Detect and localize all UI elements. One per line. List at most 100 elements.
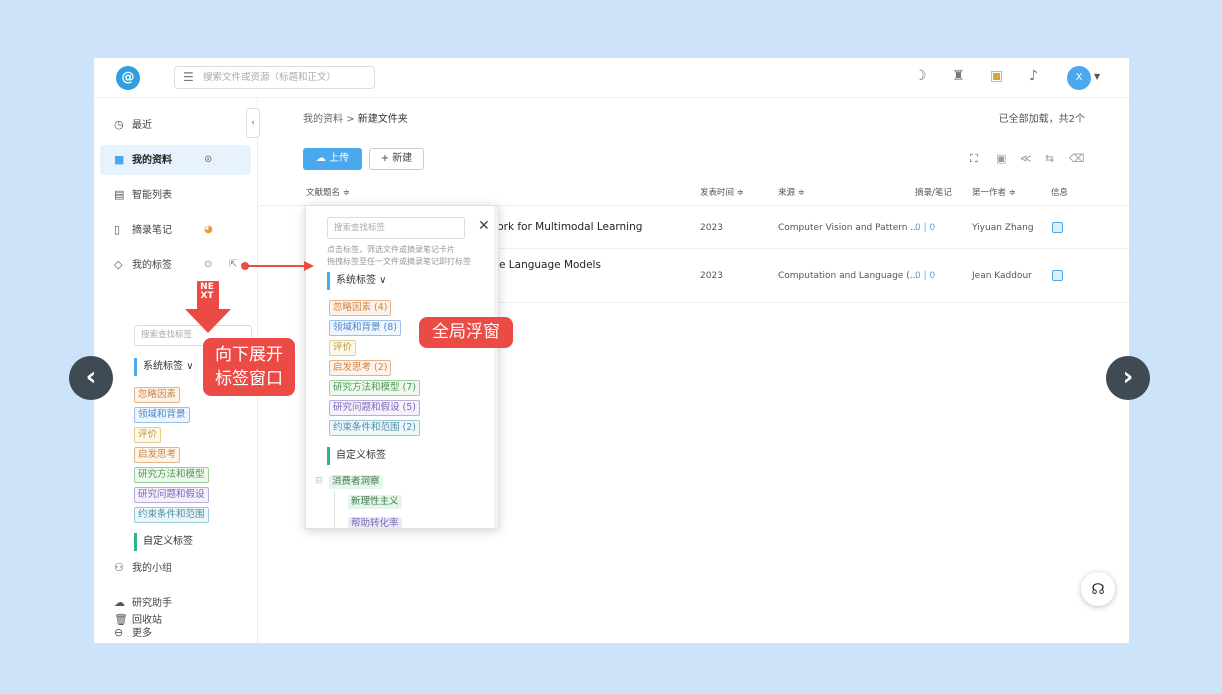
tag-item[interactable]: 领域和背景 [134,407,190,423]
popup-tag-item[interactable]: 忽略因素 (4) [329,300,392,316]
row-year: 2023 [700,271,723,281]
trash-icon: 🗑 [114,613,128,626]
support-headset-icon[interactable]: ☊ [1081,572,1115,606]
tag-item[interactable]: 启发思考 [134,447,181,463]
new-button[interactable]: + 新建 [369,148,424,170]
cloud-upload-icon: ☁ [315,153,326,164]
popup-scrollbar[interactable] [494,206,498,528]
top-bar: @ ☰ 搜索文件或资源（标题和正文） ☽ ♜ ▣ ♪ X ▼ [94,58,1129,98]
moon-icon[interactable]: ☽ [914,68,927,84]
column-author[interactable]: 第一作者 ≑ [972,186,1016,198]
popup-tag-item[interactable]: 启发思考 (2) [329,360,392,376]
column-source[interactable]: 来源 ≑ [778,186,805,198]
prev-slide-button[interactable]: ‹ [69,356,113,400]
tag-item[interactable]: 约束条件和范围 [134,507,209,523]
next-label: NEXT [200,282,214,301]
row-source: Computation and Language (... [778,271,919,281]
row-year: 2023 [700,223,723,233]
system-tags-header[interactable]: 系统标签 ∨ [134,358,194,376]
popup-tag-item[interactable]: 约束条件和范围 (2) [329,420,420,436]
row-notes[interactable]: 0 | 0 [915,223,935,233]
search-input[interactable]: ☰ 搜索文件或资源（标题和正文） [174,66,375,89]
broom-icon[interactable]: ♜ [952,68,965,84]
clock-icon: ◷ [114,118,124,131]
divider [424,248,1129,249]
sidebar-item-label: 我的标签 [132,260,172,271]
notebook-icon: ▯ [114,223,121,236]
row-notes[interactable]: 0 | 0 [915,271,935,281]
row-source: Computer Vision and Pattern ... [778,223,919,233]
expand-callout-line: 标签窗口 [215,369,283,389]
breadcrumb-root[interactable]: 我的资料 [303,114,343,125]
gift-icon[interactable]: ▣ [990,68,1003,84]
share-icon[interactable]: ≪ [1020,152,1032,165]
avatar[interactable]: X [1067,66,1091,90]
row-author: Jean Kaddour [972,271,1032,281]
move-icon[interactable]: ⇆ [1045,152,1054,165]
load-status: 已全部加载，共2个 [998,114,1085,125]
tag-item[interactable]: 研究问题和假设 [134,487,209,503]
popup-tag-item[interactable]: 评价 [329,340,357,356]
delete-icon[interactable]: ⌫ [1069,152,1085,165]
sidebar-item-label: 最近 [132,120,152,131]
sidebar-item-my-tags[interactable]: ◇ 我的标签 ⊙ ⇱ [100,250,251,280]
sidebar-item-notes[interactable]: ▯ 摘录笔记 ◕ [100,215,251,245]
breadcrumb: 我的资料 > 新建文件夹 [303,110,408,125]
breadcrumb-current: 新建文件夹 [357,114,408,125]
popup-tag-item[interactable]: 研究方法和模型 (7) [329,380,420,396]
tag-item[interactable]: 忽略因素 [134,387,181,403]
sidebar-item-trash[interactable]: 🗑 回收站 [100,607,251,633]
row-title[interactable]: vork for Multimodal Learning [491,221,642,233]
popup-tag-item[interactable]: 研究问题和假设 (5) [329,400,420,416]
sidebar-item-label: 回收站 [132,615,162,626]
expand-icon[interactable]: ⊙ [204,145,212,175]
popup-custom-tags-header[interactable]: 自定义标签 [327,447,386,465]
popup-hint: 拖拽标签至任一文件或摘录笔记即打标签 [327,257,471,266]
sidebar-item-smart-list[interactable]: ▤ 智能列表 [100,180,251,210]
custom-tags-header[interactable]: 自定义标签 [134,533,193,551]
popup-custom-child[interactable]: 帮助转化率 [348,517,402,528]
chevron-down-icon[interactable]: ▼ [1094,72,1100,81]
next-slide-button[interactable]: › [1106,356,1150,400]
column-year[interactable]: 发表时间 ≑ [700,186,744,198]
sidebar-item-groups[interactable]: ⚇ 我的小组 [100,553,251,583]
expand-callout-line: 向下展开 [215,345,283,365]
row-author: Yiyuan Zhang [972,223,1034,233]
select-icon[interactable]: ⛶ [970,152,978,166]
upload-button[interactable]: ☁ 上传 [303,148,362,170]
popup-hint: 点击标签，筛选文件或摘录笔记卡片 [327,245,455,254]
tag-float-window: 搜索查找标签 ✕ 点击标签，筛选文件或摘录笔记卡片 拖拽标签至任一文件或摘录笔记… [305,205,499,529]
column-notes: 摘录/笔记 [915,188,952,198]
tag-item[interactable]: 评价 [134,427,162,443]
column-info: 信息 [1051,188,1069,198]
info-icon[interactable] [1052,270,1063,281]
sidebar-item-recent[interactable]: ◷ 最近 [100,110,251,140]
palette-icon[interactable]: ◕ [204,215,213,245]
sidebar-item-label: 摘录笔记 [132,225,172,236]
export-icon[interactable]: ▣ [996,152,1006,165]
popup-tag-search-input[interactable]: 搜索查找标签 [327,217,465,239]
info-icon[interactable] [1052,222,1063,233]
app-logo[interactable]: @ [116,66,140,90]
popup-tag-item[interactable]: 领域和背景 (8) [329,320,401,336]
tag-item[interactable]: 研究方法和模型 [134,467,209,483]
row-title[interactable]: e Language Models [499,259,601,271]
close-icon[interactable]: ✕ [478,218,490,234]
popup-custom-child[interactable]: 新理性主义 [348,495,402,509]
chevron-down-icon: ∨ [186,361,194,372]
column-title[interactable]: 文献题名 ≑ [306,186,350,198]
sidebar-item-my-materials[interactable]: ■ 我的资料 ⊙ [100,145,251,175]
divider [424,302,1129,303]
popup-system-tags-header[interactable]: 系统标签 ∨ [327,272,387,290]
menu-icon: ☰ [183,70,194,84]
upload-label: 上传 [329,153,350,164]
breadcrumb-separator: > [346,114,355,125]
popup-custom-group[interactable]: 消费者洞察 [329,475,383,489]
help-circle-icon[interactable]: ⊙ [204,250,212,280]
tag-icon: ◇ [114,258,123,271]
tree-line [334,491,335,528]
collapse-icon[interactable]: ⊟ [315,476,323,486]
expand-callout: 向下展开 标签窗口 [203,338,295,396]
group-icon: ⚇ [114,561,124,574]
bell-icon[interactable]: ♪ [1029,68,1038,84]
